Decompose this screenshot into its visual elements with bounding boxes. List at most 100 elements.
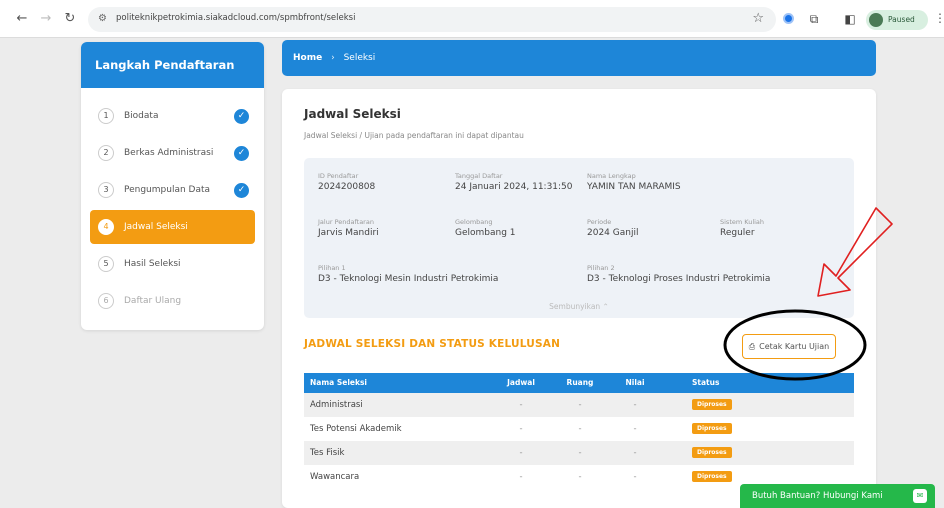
status-badge: Diproses	[692, 471, 732, 482]
help-contact-button[interactable]: Butuh Bantuan? Hubungi Kami ✉	[740, 484, 935, 508]
reload-icon[interactable]: ↻	[62, 12, 78, 26]
field-label: Nama Lengkap	[587, 172, 636, 180]
url-text: politeknikpetrokimia.siakadcloud.com/spm…	[116, 13, 356, 23]
cell-status: Diproses	[692, 417, 732, 441]
cell-status: Diproses	[692, 441, 732, 465]
cell-nilai: -	[633, 472, 637, 482]
step-label: Hasil Seleksi	[124, 259, 181, 269]
bookmark-star-icon[interactable]: ☆	[752, 11, 764, 26]
step-hasil-seleksi[interactable]: 5 Hasil Seleksi	[90, 247, 255, 281]
browser-menu-icon[interactable]: ⋮	[934, 11, 944, 25]
status-badge: Diproses	[692, 399, 732, 410]
page-title: Jadwal Seleksi	[304, 107, 401, 121]
site-info-icon[interactable]: ⚙	[98, 13, 107, 24]
cell-ruang: -	[578, 448, 582, 458]
field-label: Pilihan 1	[318, 264, 346, 272]
cell-nilai: -	[633, 424, 637, 434]
field-label: Pilihan 2	[587, 264, 615, 272]
col-nama-seleksi: Nama Seleksi	[310, 378, 367, 387]
step-label: Jadwal Seleksi	[124, 222, 188, 232]
cell-status: Diproses	[692, 465, 732, 489]
step-number: 2	[98, 145, 114, 161]
forward-icon[interactable]: →	[38, 12, 54, 26]
status-badge: Diproses	[692, 423, 732, 434]
step-jadwal-seleksi[interactable]: 4 Jadwal Seleksi	[90, 210, 255, 244]
step-label: Berkas Administrasi	[124, 148, 214, 158]
cell-jadwal: -	[519, 472, 523, 482]
status-badge: Diproses	[692, 447, 732, 458]
field-label: Periode	[587, 218, 612, 226]
steps-sidebar: Langkah Pendaftaran 1 Biodata ✓ 2 Berkas…	[81, 42, 264, 330]
section-title: JADWAL SELEKSI DAN STATUS KELULUSAN	[304, 338, 561, 350]
breadcrumb: Home › Seleksi	[282, 40, 876, 76]
cell-nama: Wawancara	[310, 472, 360, 482]
breadcrumb-separator: ›	[331, 53, 335, 63]
field-value: YAMIN TAN MARAMIS	[587, 182, 681, 192]
cell-nilai: -	[633, 448, 637, 458]
table-row: Tes Potensi Akademik - - - Diproses	[304, 417, 854, 441]
field-jalur-pendaftaran: Jalur Pendaftaran Jarvis Mandiri	[318, 218, 379, 238]
help-button-label: Butuh Bantuan? Hubungi Kami	[752, 491, 883, 501]
field-value: 2024 Ganjil	[587, 228, 639, 238]
printer-icon: ⎙	[748, 342, 756, 351]
side-panel-icon[interactable]: ◧	[842, 11, 858, 27]
extensions-puzzle-icon[interactable]: ⧉	[806, 11, 822, 27]
field-value: Jarvis Mandiri	[318, 228, 379, 238]
step-label: Pengumpulan Data	[124, 185, 211, 195]
cell-ruang: -	[578, 424, 582, 434]
step-berkas-administrasi[interactable]: 2 Berkas Administrasi ✓	[90, 136, 255, 170]
step-daftar-ulang: 6 Daftar Ulang	[90, 284, 255, 318]
col-nilai: Nilai	[625, 378, 645, 387]
page-subtitle: Jadwal Seleksi / Ujian pada pendaftaran …	[304, 131, 524, 140]
address-bar[interactable]: ⚙ politeknikpetrokimia.siakadcloud.com/s…	[88, 7, 776, 32]
step-number: 4	[98, 219, 114, 235]
avatar	[869, 13, 883, 27]
table-header: Nama Seleksi Jadwal Ruang Nilai Status	[304, 373, 854, 393]
col-status: Status	[692, 378, 720, 387]
cell-jadwal: -	[519, 424, 523, 434]
field-value: D3 - Teknologi Mesin Industri Petrokimia	[318, 274, 499, 284]
sidebar-title: Langkah Pendaftaran	[81, 42, 264, 88]
field-label: ID Pendaftar	[318, 172, 359, 180]
breadcrumb-home[interactable]: Home	[293, 53, 322, 63]
field-label: Gelombang	[455, 218, 493, 226]
cell-ruang: -	[578, 400, 582, 410]
extension-icon[interactable]	[781, 11, 797, 27]
step-number: 1	[98, 108, 114, 124]
field-label: Jalur Pendaftaran	[318, 218, 374, 226]
field-tanggal-daftar: Tanggal Daftar 24 Januari 2024, 11:31:50	[455, 172, 573, 192]
step-number: 5	[98, 256, 114, 272]
check-icon: ✓	[234, 108, 249, 124]
check-icon: ✓	[234, 145, 249, 161]
back-icon[interactable]: ←	[14, 12, 30, 26]
print-exam-card-button[interactable]: ⎙ Cetak Kartu Ujian	[742, 334, 836, 359]
field-periode: Periode 2024 Ganjil	[587, 218, 638, 238]
table-row: Administrasi - - - Diproses	[304, 393, 854, 417]
col-jadwal: Jadwal	[507, 378, 535, 387]
jadwal-card: Jadwal Seleksi Jadwal Seleksi / Ujian pa…	[282, 89, 876, 508]
profile-button[interactable]: Paused	[866, 10, 928, 30]
step-number: 3	[98, 182, 114, 198]
chat-icon: ✉	[913, 489, 927, 503]
cell-nama: Tes Potensi Akademik	[310, 424, 402, 434]
field-id-pendaftar: ID Pendaftar 2024200808	[318, 172, 375, 192]
col-ruang: Ruang	[566, 378, 594, 387]
field-value: Gelombang 1	[455, 228, 516, 238]
applicant-info-panel: ID Pendaftar 2024200808 Tanggal Daftar 2…	[304, 158, 854, 318]
field-value: 24 Januari 2024, 11:31:50	[455, 182, 573, 192]
step-biodata[interactable]: 1 Biodata ✓	[90, 99, 255, 133]
selection-table: Nama Seleksi Jadwal Ruang Nilai Status A…	[304, 373, 854, 489]
field-value: 2024200808	[318, 182, 376, 192]
field-sistem-kuliah: Sistem Kuliah Reguler	[720, 218, 764, 238]
field-value: Reguler	[720, 228, 755, 238]
step-pengumpulan-data[interactable]: 3 Pengumpulan Data ✓	[90, 173, 255, 207]
hide-details-link[interactable]: Sembunyikan ⌃	[304, 302, 854, 311]
field-value: D3 - Teknologi Proses Industri Petrokimi…	[587, 274, 771, 284]
table-row: Tes Fisik - - - Diproses	[304, 441, 854, 465]
profile-label: Paused	[888, 15, 915, 24]
field-label: Sistem Kuliah	[720, 218, 765, 226]
check-icon: ✓	[234, 182, 249, 198]
step-label: Daftar Ulang	[124, 296, 182, 306]
step-label: Biodata	[124, 111, 159, 121]
field-pilihan-1: Pilihan 1 D3 - Teknologi Mesin Industri …	[318, 264, 498, 284]
